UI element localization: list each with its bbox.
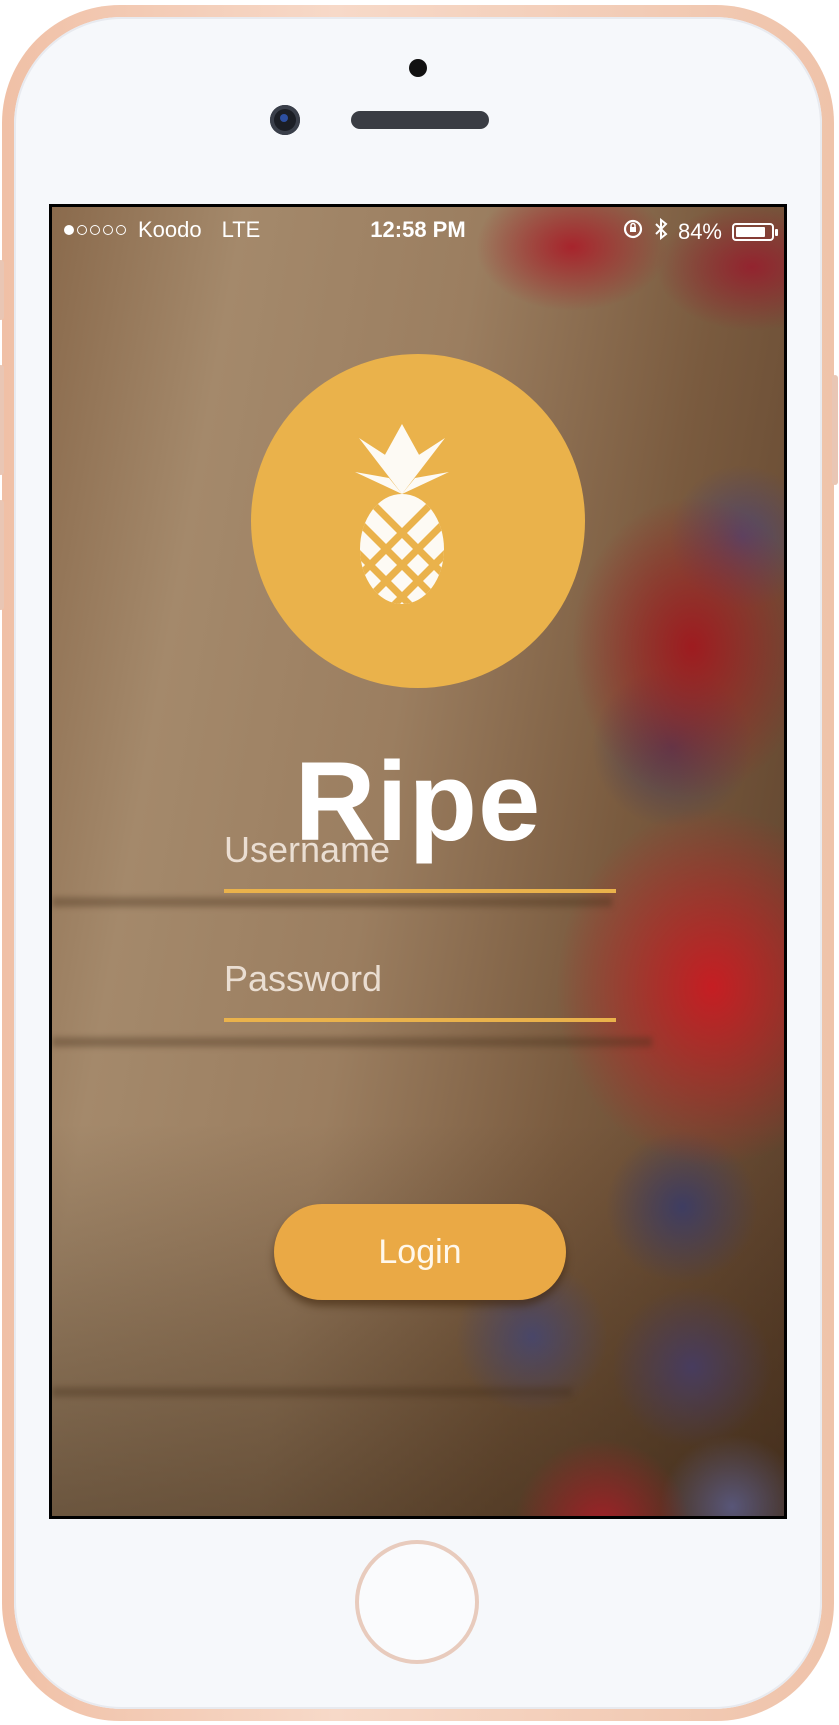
login-button[interactable]: Login — [274, 1204, 566, 1300]
wood-grain — [52, 897, 612, 907]
username-field[interactable] — [224, 819, 616, 893]
bluetooth-icon — [654, 217, 668, 247]
wood-grain — [52, 1387, 572, 1397]
battery-percent: 84% — [677, 219, 722, 244]
phone-screen: Koodo LTE 12:58 PM 84% Ripe Username Log… — [49, 204, 787, 1519]
app-logo — [251, 354, 585, 688]
volume-up-button — [0, 365, 4, 475]
front-camera — [270, 105, 300, 135]
wood-grain — [52, 1037, 652, 1047]
battery-icon — [732, 223, 778, 241]
password-field[interactable] — [224, 948, 616, 1022]
proximity-sensor — [409, 59, 427, 77]
status-bar: Koodo LTE 12:58 PM 84% — [52, 207, 784, 251]
earpiece-speaker — [351, 111, 489, 129]
status-right: 84% — [622, 217, 778, 247]
mute-switch — [0, 260, 4, 320]
power-button — [832, 375, 838, 485]
rotation-lock-icon — [622, 218, 644, 246]
username-input[interactable] — [224, 829, 616, 871]
pineapple-icon — [355, 424, 449, 604]
password-input[interactable] — [224, 958, 616, 1000]
login-screen: Koodo LTE 12:58 PM 84% Ripe Username Log… — [52, 207, 784, 1516]
volume-down-button — [0, 500, 4, 610]
home-button[interactable] — [355, 1540, 479, 1664]
